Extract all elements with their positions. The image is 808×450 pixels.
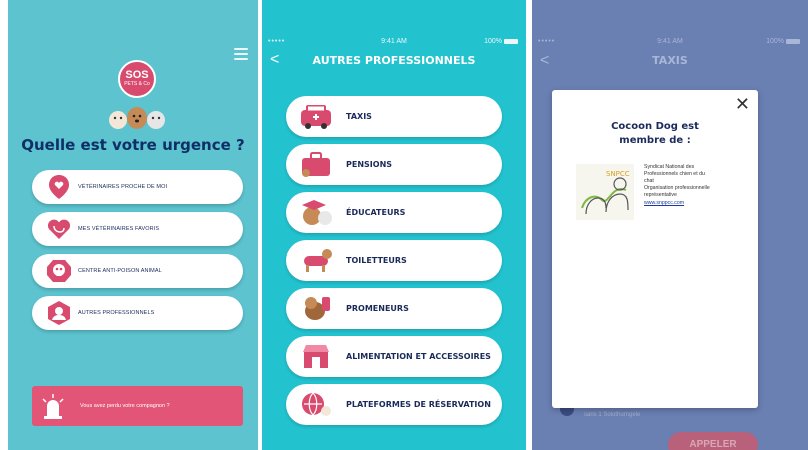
battery-icon <box>504 38 518 44</box>
category-label: PENSIONS <box>346 160 393 169</box>
modal-title-line2: membre de : <box>619 135 691 146</box>
anti-poison-button[interactable]: Centre anti-poison animal <box>32 254 243 288</box>
category-label: TOILETTEURS <box>346 256 407 265</box>
category-toiletteurs[interactable]: TOILETTEURS <box>286 240 502 281</box>
other-professionals-label: Autres professionnels <box>78 310 155 316</box>
anti-poison-label: Centre anti-poison animal <box>78 268 162 274</box>
category-label: PLATEFORMES DE RÉSERVATION <box>346 400 491 409</box>
taxis-screen: ••••• 9:41 AM 100% < TAXIS sans 1 Soloth… <box>532 0 808 450</box>
taxi-icon <box>301 105 331 129</box>
category-promeneurs[interactable]: PROMENEURS <box>286 288 502 329</box>
lost-pet-banner[interactable]: Vous avez perdu votre compagnon ? <box>32 386 243 426</box>
siren-icon <box>42 394 64 419</box>
home-screen: SOS PETS & Co Quelle est votre urgence ?… <box>8 0 258 450</box>
nearby-vets-label: Vétérinaires proche de moi <box>78 184 168 190</box>
groomed-dog-icon <box>304 249 332 272</box>
close-icon[interactable]: ✕ <box>735 95 750 113</box>
battery-level: 100% <box>766 38 784 45</box>
pets-illustration-icon <box>109 107 165 129</box>
info-line: chat <box>644 178 654 184</box>
category-label: ALIMENTATION ET ACCESSOIRES <box>346 352 491 361</box>
info-line: Syndicat National des <box>644 164 695 170</box>
category-label: PROMENEURS <box>346 304 409 313</box>
status-bar: ••••• 9:41 AM 100% <box>532 36 808 48</box>
organization-info: Syndicat National des Professionnels chi… <box>644 164 748 207</box>
call-button[interactable]: APPELER <box>668 432 758 450</box>
heart-stethoscope-icon <box>47 219 71 239</box>
modal-title-line1: Cocoon Dog est <box>611 121 699 132</box>
category-label: ÉDUCATEURS <box>346 208 406 217</box>
skull-icon <box>47 260 71 282</box>
background-list-text: sans 1 Solothurngele <box>584 412 641 418</box>
lost-pet-label: Vous avez perdu votre compagnon ? <box>80 403 170 409</box>
professional-avatar-icon <box>48 301 70 325</box>
logo-line1: SOS <box>125 69 149 81</box>
page-title: TAXIS <box>652 54 688 67</box>
location-heart-icon <box>49 175 69 199</box>
favorite-vets-label: Mes vétérinaires favoris <box>78 226 160 232</box>
graduate-dog-icon <box>302 200 332 225</box>
website-link[interactable]: www.snppcc.com <box>644 200 748 207</box>
info-line: représentative <box>644 192 677 198</box>
battery-icon <box>786 38 800 44</box>
battery-indicator: 100% <box>766 38 800 45</box>
battery-level: 100% <box>484 38 502 45</box>
logo-line2: PETS & Co <box>124 81 150 87</box>
page-title: Quelle est votre urgence ? <box>21 136 245 154</box>
snpcc-logo: SNPCC <box>576 164 634 220</box>
category-taxis[interactable]: TAXIS <box>286 96 502 137</box>
membership-modal: ✕ Cocoon Dog est membre de : SNPCC Syndi… <box>552 90 758 408</box>
globe-pet-icon <box>302 392 331 416</box>
sos-pets-logo: SOS PETS & Co <box>118 60 156 98</box>
modal-title: Cocoon Dog est membre de : <box>552 120 758 148</box>
favorite-vets-button[interactable]: Mes vétérinaires favoris <box>32 212 243 246</box>
svg-text:SNPCC: SNPCC <box>606 170 630 178</box>
category-pensions[interactable]: PENSIONS <box>286 144 502 185</box>
info-line: Organisation professionnelle <box>644 185 710 191</box>
status-bar: ••••• 9:41 AM 100% <box>262 36 526 48</box>
other-professionals-screen: ••••• 9:41 AM 100% < AUTRES PROFESSIONNE… <box>262 0 526 450</box>
category-plateformes[interactable]: PLATEFORMES DE RÉSERVATION <box>286 384 502 425</box>
shop-icon <box>303 345 329 368</box>
battery-indicator: 100% <box>484 38 518 45</box>
suitcase-icon <box>302 152 330 177</box>
category-label: TAXIS <box>346 112 372 121</box>
category-alimentation[interactable]: ALIMENTATION ET ACCESSOIRES <box>286 336 502 377</box>
other-professionals-button[interactable]: Autres professionnels <box>32 296 243 330</box>
category-educateurs[interactable]: ÉDUCATEURS <box>286 192 502 233</box>
walking-dog-icon <box>305 297 330 320</box>
nearby-vets-button[interactable]: Vétérinaires proche de moi <box>32 170 243 204</box>
info-line: Professionnels chien et du <box>644 171 705 177</box>
page-title: AUTRES PROFESSIONNELS <box>312 54 476 67</box>
hamburger-menu-icon[interactable] <box>234 48 248 60</box>
